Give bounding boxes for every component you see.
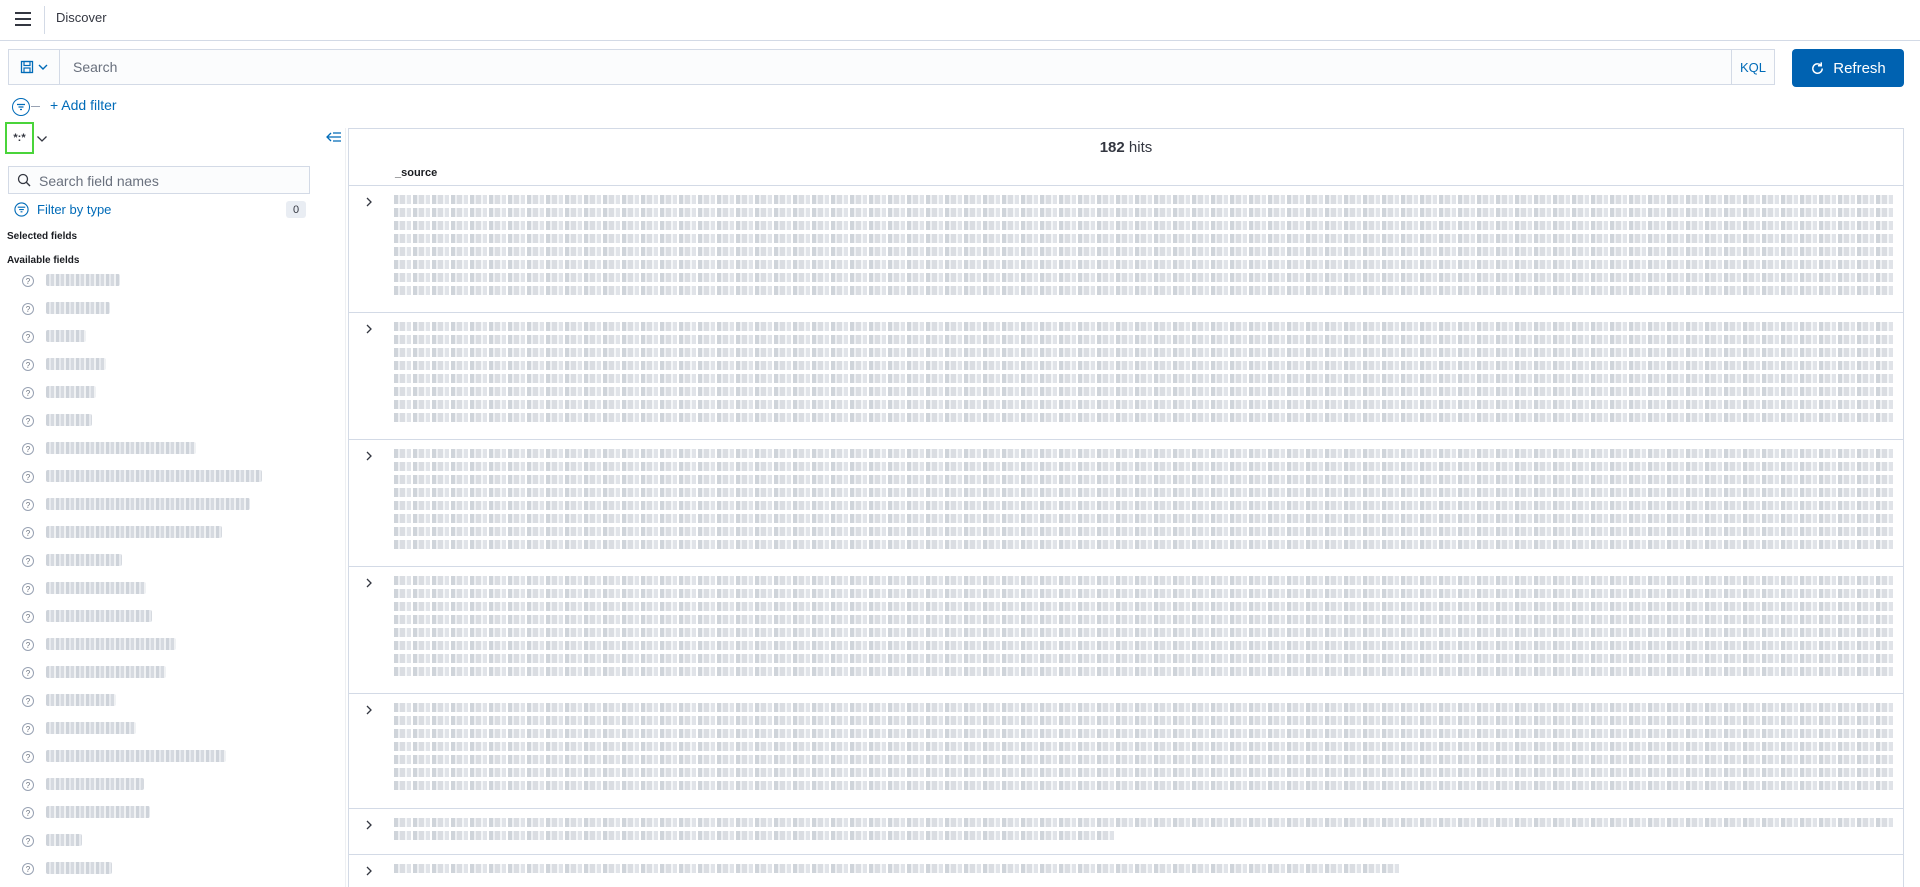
saved-query-button[interactable] [9, 50, 60, 84]
table-row [349, 567, 1903, 694]
field-item[interactable]: ? [0, 830, 320, 854]
question-mark-icon: ? [22, 359, 34, 371]
question-mark-icon: ? [22, 583, 34, 595]
table-row [349, 855, 1903, 887]
field-item[interactable]: ? [0, 326, 320, 350]
filter-divider [31, 106, 40, 107]
chevron-right-icon[interactable] [363, 577, 375, 589]
question-mark-icon: ? [22, 779, 34, 791]
field-item[interactable]: ? [0, 550, 320, 574]
refresh-button[interactable]: Refresh [1792, 49, 1904, 87]
field-item[interactable]: ? [0, 494, 320, 518]
question-mark-icon: ? [22, 555, 34, 567]
query-language-button[interactable]: KQL [1731, 50, 1774, 84]
hits-count: 182 [1099, 139, 1125, 156]
sidebar-divider [345, 128, 346, 887]
chevron-right-icon[interactable] [363, 323, 375, 335]
question-mark-icon: ? [22, 303, 34, 315]
field-search-box [8, 166, 311, 195]
selected-fields-heading: Selected fields [7, 231, 78, 242]
field-item[interactable]: ? [0, 410, 320, 434]
field-item[interactable]: ? [0, 382, 320, 406]
source-column-header: _source [395, 167, 438, 179]
field-search-input[interactable] [37, 167, 311, 195]
document-source-text [394, 319, 1895, 433]
question-mark-icon: ? [22, 751, 34, 763]
table-row [349, 186, 1903, 313]
field-item[interactable]: ? [0, 634, 320, 658]
question-mark-icon: ? [22, 611, 34, 623]
question-mark-icon: ? [22, 499, 34, 511]
table-row [349, 809, 1903, 855]
field-item[interactable]: ? [0, 298, 320, 322]
search-input[interactable] [61, 50, 1741, 84]
results-panel: 182 hits _source [348, 128, 1904, 887]
save-icon [20, 60, 34, 74]
question-mark-icon: ? [22, 695, 34, 707]
chevron-right-icon[interactable] [363, 196, 375, 208]
filter-type-count-badge: 0 [286, 201, 306, 218]
index-pattern-selector[interactable]: *:* [5, 122, 34, 154]
question-mark-icon: ? [22, 275, 34, 287]
chevron-right-icon[interactable] [363, 865, 375, 877]
document-source-text [394, 446, 1895, 560]
document-source-text [394, 573, 1895, 687]
field-item[interactable]: ? [0, 466, 320, 490]
question-mark-icon: ? [22, 835, 34, 847]
filter-icon [14, 202, 29, 217]
query-bar: KQL [8, 49, 1775, 85]
filter-icon[interactable] [12, 98, 30, 116]
hits-label: hits [1128, 139, 1153, 156]
table-row [349, 440, 1903, 567]
field-item[interactable]: ? [0, 438, 320, 462]
question-mark-icon: ? [22, 415, 34, 427]
field-item[interactable]: ? [0, 746, 320, 770]
hits-counter: 182 hits [349, 139, 1903, 156]
field-item[interactable]: ? [0, 858, 320, 882]
document-source-text [394, 861, 1895, 887]
question-mark-icon: ? [22, 331, 34, 343]
field-item[interactable]: ? [0, 662, 320, 686]
document-source-text [394, 192, 1895, 306]
add-filter-button[interactable]: + Add filter [50, 97, 117, 113]
chevron-down-icon [38, 64, 48, 70]
question-mark-icon: ? [22, 667, 34, 679]
question-mark-icon: ? [22, 527, 34, 539]
collapse-sidebar-icon[interactable] [326, 130, 342, 144]
refresh-icon [1812, 61, 1824, 74]
field-item[interactable]: ? [0, 578, 320, 602]
table-row [349, 313, 1903, 440]
field-item[interactable]: ? [0, 270, 320, 294]
field-item[interactable]: ? [0, 690, 320, 714]
refresh-label: Refresh [1833, 59, 1886, 77]
search-icon [17, 173, 31, 187]
chevron-right-icon[interactable] [363, 450, 375, 462]
chevron-down-icon[interactable] [36, 134, 48, 144]
document-source-text [394, 700, 1895, 802]
chevron-right-icon[interactable] [363, 819, 375, 831]
field-item[interactable]: ? [0, 802, 320, 826]
filter-by-type-label: Filter by type [37, 202, 112, 217]
document-source-text [394, 815, 1895, 848]
table-row [349, 694, 1903, 809]
field-item[interactable]: ? [0, 522, 320, 546]
page-title: Discover [56, 10, 107, 25]
chevron-right-icon[interactable] [363, 704, 375, 716]
top-header: Discover [0, 0, 1920, 41]
question-mark-icon: ? [22, 807, 34, 819]
field-item[interactable]: ? [0, 354, 320, 378]
field-item[interactable]: ? [0, 718, 320, 742]
available-fields-heading: Available fields [7, 255, 80, 266]
filter-by-type-button[interactable]: Filter by type [14, 202, 111, 217]
question-mark-icon: ? [22, 639, 34, 651]
hamburger-menu-icon[interactable] [12, 8, 34, 30]
field-item[interactable]: ? [0, 774, 320, 798]
question-mark-icon: ? [22, 723, 34, 735]
question-mark-icon: ? [22, 471, 34, 483]
question-mark-icon: ? [22, 863, 34, 875]
question-mark-icon: ? [22, 443, 34, 455]
field-item[interactable]: ? [0, 606, 320, 630]
header-divider [44, 6, 45, 34]
question-mark-icon: ? [22, 387, 34, 399]
